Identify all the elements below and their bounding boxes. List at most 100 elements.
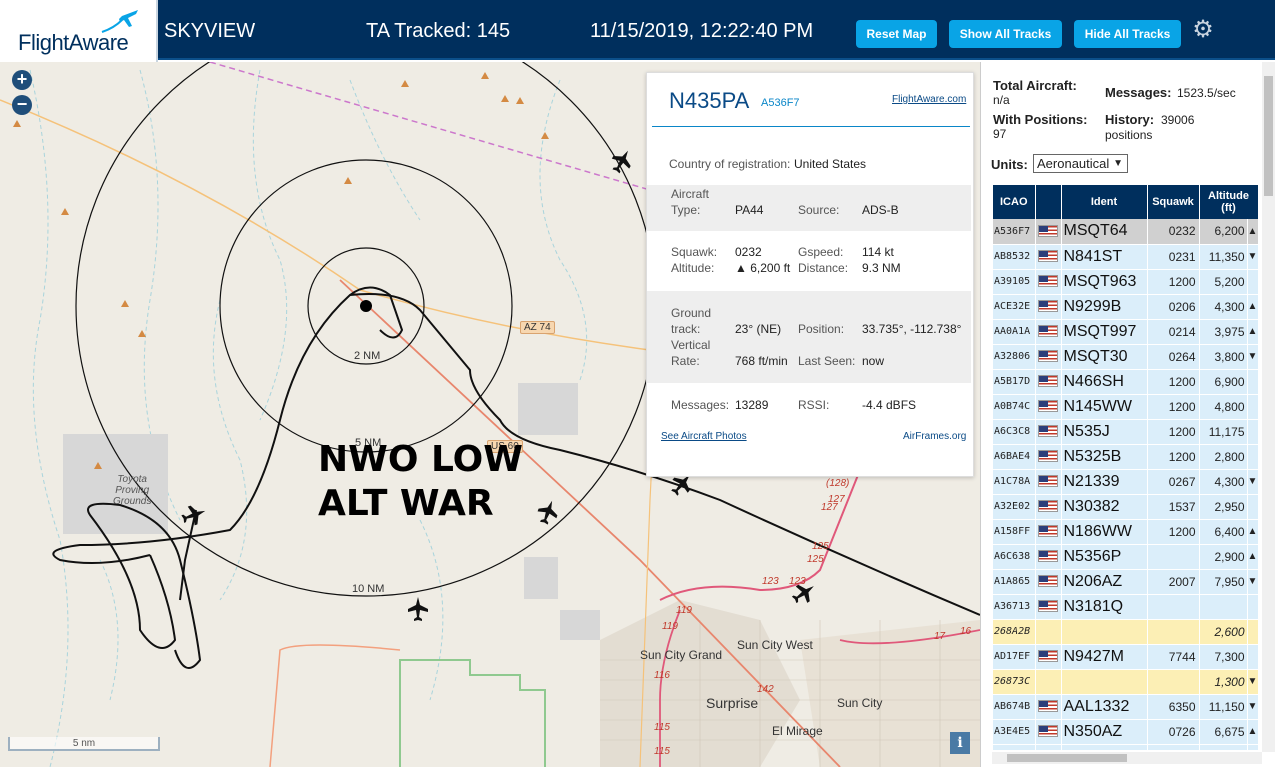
table-cell-icao: A158FF — [993, 519, 1036, 545]
altitude-label: Altitude: — [671, 261, 715, 275]
zoom-out-button[interactable]: − — [12, 95, 32, 115]
clock: 11/15/2019, 12:22:40 PM — [590, 20, 814, 42]
col-ident[interactable]: Ident — [1061, 185, 1148, 219]
table-cell-flag — [1035, 369, 1062, 395]
place-label: Sun City — [837, 696, 883, 710]
table-cell-squawk: 1200 — [1147, 269, 1200, 295]
country-value: United States — [794, 157, 867, 171]
history-label: History: — [1105, 112, 1155, 127]
reset-map-button[interactable]: Reset Map — [856, 20, 937, 48]
table-cell-squawk: 1200 — [1147, 369, 1200, 395]
us-flag-icon — [1038, 650, 1058, 663]
gear-icon[interactable]: ⚙ — [1190, 17, 1216, 43]
col-altitude[interactable]: Altitude (ft) — [1199, 185, 1259, 219]
horizontal-scrollbar[interactable] — [992, 752, 1262, 764]
table-row[interactable]: A6C3C8 N535J 1200 11,175 — [993, 419, 1259, 445]
table-cell-flag — [1035, 244, 1062, 270]
table-row[interactable]: A3E4E5 N350AZ 0726 6,675 ▲ — [993, 719, 1259, 745]
show-all-tracks-button[interactable]: Show All Tracks — [949, 20, 1062, 48]
info-icon[interactable]: i — [950, 732, 970, 754]
table-cell-squawk: 0214 — [1147, 319, 1200, 345]
table-cell-icao: AA0A1A — [993, 319, 1036, 345]
table-row[interactable]: AB8532 N841ST 0231 11,350 ▼ — [993, 244, 1259, 270]
table-row[interactable]: AA0A1A MSQT997 0214 3,975 ▲ — [993, 319, 1259, 345]
table-cell-altitude: 1,300 — [1199, 669, 1248, 695]
table-cell-ident: N21339 — [1061, 469, 1148, 495]
table-cell-icao: A536F7 — [993, 219, 1036, 245]
table-row[interactable]: A158FF N186WW 1200 6,400 ▲ — [993, 519, 1259, 545]
table-row[interactable]: A6BAE4 N5325B 1200 2,800 — [993, 444, 1259, 470]
hide-all-tracks-button[interactable]: Hide All Tracks — [1074, 20, 1181, 48]
table-row[interactable]: A536F7 MSQT64 0232 6,200 ▲ — [993, 219, 1259, 245]
table-cell-squawk: 0232 — [1147, 219, 1200, 245]
ring-label-10nm: 10 NM — [352, 583, 385, 595]
with-positions-label: With Positions: — [993, 112, 1088, 127]
table-row[interactable]: A1C78A N21339 0267 4,300 ▼ — [993, 469, 1259, 495]
road-number: 17 — [934, 631, 946, 642]
table-row[interactable]: A0B74C N145WW 1200 4,800 — [993, 394, 1259, 420]
table-cell-altitude: 6,900 — [1199, 369, 1248, 395]
table-row[interactable]: AD17EF N9427M 7744 7,300 — [993, 644, 1259, 670]
table-cell-flag — [1035, 219, 1062, 245]
table-cell-flag — [1035, 294, 1062, 320]
road-number: 142 — [757, 684, 774, 695]
table-cell-ident: N9427M — [1061, 644, 1148, 670]
us-flag-icon — [1038, 250, 1058, 263]
table-cell-squawk: 0206 — [1147, 294, 1200, 320]
table-cell-icao: A0B74C — [993, 394, 1036, 420]
road-number: 119 — [676, 605, 692, 616]
scrollbar-thumb[interactable] — [1007, 754, 1127, 762]
table-row[interactable]: A5B17D N466SH 1200 6,900 — [993, 369, 1259, 395]
table-cell-flag — [1035, 344, 1062, 370]
table-cell-altitude: 7,300 — [1199, 644, 1248, 670]
table-cell-ident: AAL1332 — [1061, 694, 1148, 720]
map-canvas[interactable]: + − 2 NM 5 NM 10 NM AZ 74 US 60 (128) 12… — [0, 62, 980, 767]
table-row[interactable]: AB674B AAL1332 6350 11,150 ▼ — [993, 694, 1259, 720]
units-select[interactable]: Aeronautical ▼ — [1033, 154, 1128, 173]
col-icao[interactable]: ICAO — [993, 185, 1036, 219]
table-row[interactable]: 268A2B 2,600 — [993, 619, 1259, 645]
col-squawk[interactable]: Squawk — [1147, 185, 1200, 219]
table-cell-altitude: 4,800 — [1199, 394, 1248, 420]
table-cell-trend: ▲ — [1247, 719, 1259, 745]
table-cell-ident: N206AZ — [1061, 569, 1148, 595]
table-cell-squawk: 1200 — [1147, 519, 1200, 545]
us-flag-icon — [1038, 600, 1058, 613]
popup-track-row: Ground track: 23° (NE) Position: 33.735°… — [647, 291, 971, 383]
us-flag-icon — [1038, 500, 1058, 513]
units-label: Units: — [991, 157, 1028, 172]
road-number: 115 — [654, 746, 670, 757]
col-flag[interactable] — [1035, 185, 1062, 219]
position-label: Position: — [798, 322, 845, 336]
road-number: 125 — [807, 554, 824, 565]
table-cell-trend: ▲ — [1247, 519, 1259, 545]
zoom-in-button[interactable]: + — [12, 70, 32, 90]
scrollbar-thumb[interactable] — [1264, 76, 1273, 196]
table-row[interactable]: A6C638 N5356P 2,900 ▲ — [993, 544, 1259, 570]
table-row[interactable]: 26873C 1,300 ▼ — [993, 669, 1259, 695]
table-row[interactable]: A36713 N3181Q — [993, 594, 1259, 620]
table-row[interactable]: A32806 MSQT30 0264 3,800 ▼ — [993, 344, 1259, 370]
table-cell-trend: ▲ — [1247, 294, 1259, 320]
us-flag-icon — [1038, 400, 1058, 413]
history-unit: positions — [1105, 128, 1153, 142]
flightaware-link[interactable]: FlightAware.com — [892, 94, 966, 105]
table-row[interactable]: A1A865 N206AZ 2007 7,950 ▼ — [993, 569, 1259, 595]
table-row[interactable]: A37EAD N7109N07418,350 — [993, 744, 1259, 750]
table-cell-ident: N5325B — [1061, 444, 1148, 470]
popup-country-row: Country of registration: United States — [647, 155, 971, 175]
table-cell-altitude: 6,400 — [1199, 519, 1248, 545]
aircraft-photos-link[interactable]: See Aircraft Photos — [661, 431, 747, 442]
table-row[interactable]: ACE32E N9299B 0206 4,300 ▲ — [993, 294, 1259, 320]
vertical-scrollbar[interactable] — [1262, 62, 1275, 752]
table-row[interactable]: A39105 MSQT963 1200 5,200 — [993, 269, 1259, 295]
flightaware-logo[interactable]: FlightAware — [0, 0, 158, 62]
airframes-link[interactable]: AirFrames.org — [903, 431, 966, 442]
us-flag-icon — [1038, 450, 1058, 463]
road-number: (128) — [826, 478, 850, 489]
header-bar: FlightAware SKYVIEW TA Tracked: 145 11/1… — [0, 0, 1275, 62]
us-flag-icon — [1038, 550, 1058, 563]
place-label: Sun City Grand — [640, 648, 723, 662]
table-row[interactable]: A32E02 N30382 1537 2,950 — [993, 494, 1259, 520]
table-cell-trend: ▼ — [1247, 469, 1259, 495]
